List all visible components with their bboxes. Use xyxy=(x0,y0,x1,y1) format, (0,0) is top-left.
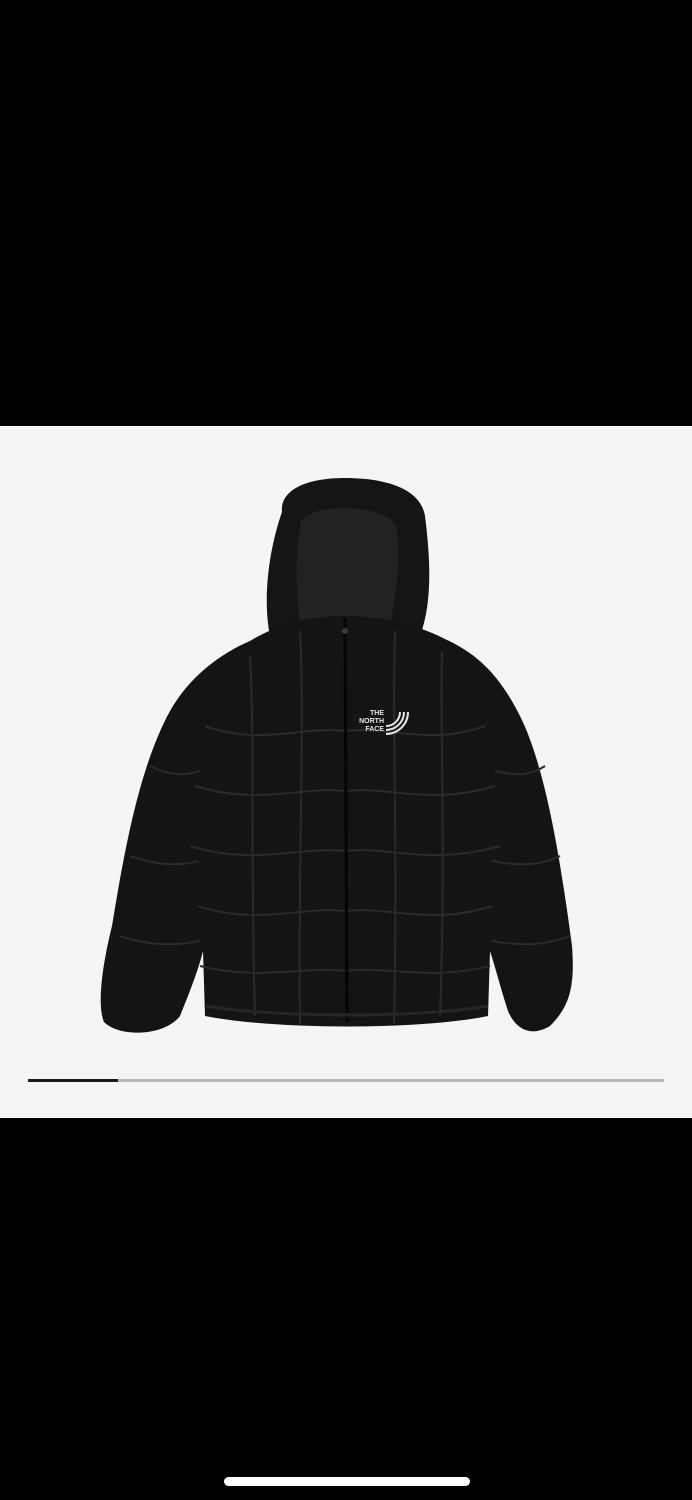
puffer-jacket-image: THE NORTH FACE xyxy=(100,478,573,1033)
svg-text:FACE: FACE xyxy=(365,726,384,733)
carousel-progress-fill xyxy=(28,1079,119,1082)
zipper xyxy=(343,617,349,1023)
bottom-dark-area xyxy=(0,1118,692,1500)
home-indicator[interactable] xyxy=(224,1477,470,1486)
svg-text:NORTH: NORTH xyxy=(359,718,384,725)
product-image-carousel[interactable]: THE NORTH FACE xyxy=(0,426,692,1118)
carousel-progress-track xyxy=(28,1079,664,1082)
top-dark-area xyxy=(0,0,692,426)
svg-text:THE: THE xyxy=(370,710,384,717)
